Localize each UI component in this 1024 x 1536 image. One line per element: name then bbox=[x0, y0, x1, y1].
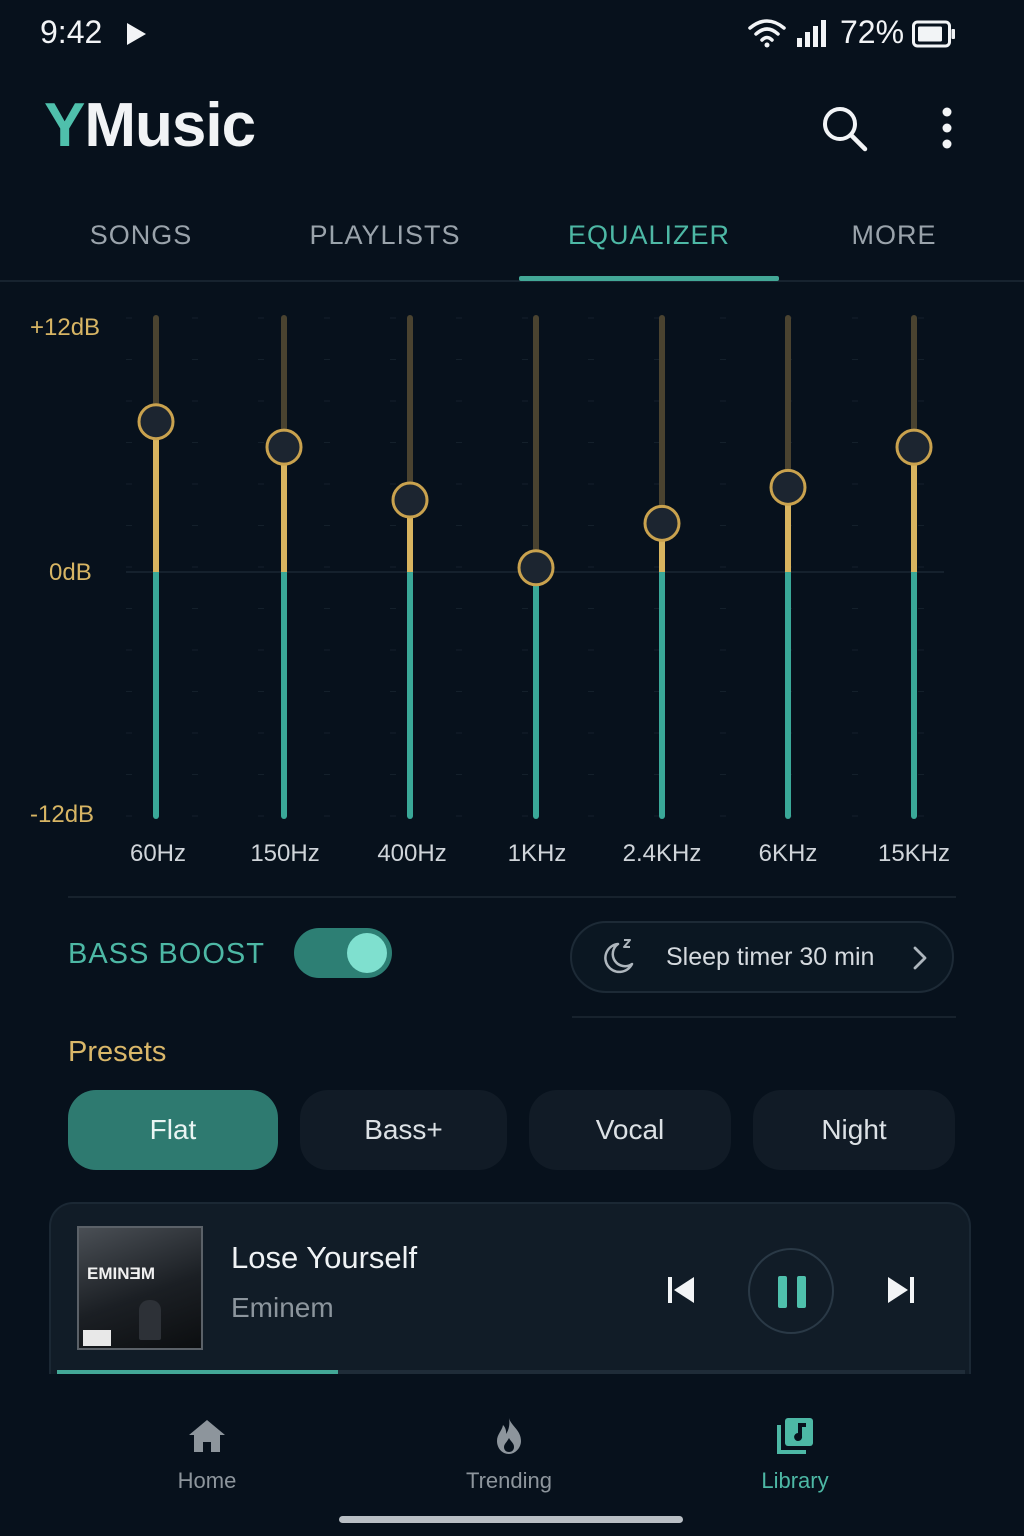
preset-bass-plus[interactable]: Bass+ bbox=[300, 1090, 507, 1170]
band-label-150hz: 150Hz bbox=[250, 840, 320, 867]
slider-knob-15khz[interactable] bbox=[895, 428, 933, 466]
divider bbox=[68, 896, 956, 898]
battery-percent: 72% bbox=[840, 14, 905, 50]
bottom-nav: Home Trending Library bbox=[0, 1376, 1024, 1536]
flame-icon bbox=[497, 1418, 521, 1454]
divider bbox=[572, 1016, 956, 1018]
bass-boost-toggle[interactable] bbox=[294, 928, 392, 978]
preset-night[interactable]: Night bbox=[753, 1090, 955, 1170]
logo-letter: Y bbox=[44, 91, 85, 160]
song-title: Lose Yourself bbox=[231, 1240, 418, 1275]
tab-more[interactable]: MORE bbox=[764, 220, 1024, 251]
db-min-label: -12dB bbox=[30, 801, 95, 828]
skip-next-icon[interactable] bbox=[885, 1274, 917, 1306]
band-label-400hz: 400Hz bbox=[377, 840, 447, 867]
slider-knob-1khz[interactable] bbox=[517, 549, 555, 587]
tab-equalizer[interactable]: EQUALIZER bbox=[519, 220, 779, 251]
tab-playlists[interactable]: PLAYLISTS bbox=[255, 220, 515, 251]
db-max-label: +12dB bbox=[30, 314, 101, 341]
play-icon bbox=[127, 23, 146, 45]
db-zero-label: 0dB bbox=[49, 559, 92, 586]
tab-songs[interactable]: SONGS bbox=[11, 220, 271, 251]
slider-knob-2-4khz[interactable] bbox=[643, 504, 681, 542]
sleep-timer-label: Sleep timer 30 min bbox=[666, 943, 875, 971]
slider-knob-6khz[interactable] bbox=[769, 468, 807, 506]
nav-trending-label: Trending bbox=[465, 1468, 552, 1493]
now-playing-bar[interactable]: EMINƎM Lose Yourself Eminem bbox=[49, 1202, 971, 1374]
pause-icon bbox=[778, 1276, 806, 1308]
album-art-text: EMINƎM bbox=[87, 1264, 155, 1283]
slider-knob-60hz[interactable] bbox=[137, 403, 175, 441]
sleep-timer-button[interactable]: Sleep timer 30 min bbox=[570, 921, 954, 993]
slider-knob-400hz[interactable] bbox=[391, 481, 429, 519]
screen: 9:42 72% YMusic SONGS PLAYLISTS EQUALIZE… bbox=[0, 0, 1024, 1536]
nav-home[interactable]: Home bbox=[107, 1416, 307, 1494]
status-time: 9:42 bbox=[40, 14, 103, 50]
nav-library-label: Library bbox=[761, 1468, 829, 1493]
signal-icon bbox=[797, 20, 826, 47]
playback-progress[interactable] bbox=[57, 1370, 965, 1374]
album-art: EMINƎM bbox=[77, 1226, 203, 1350]
band-label-15khz: 15KHz bbox=[877, 840, 951, 867]
band-label-60hz: 60Hz bbox=[129, 840, 187, 867]
logo-word: Music bbox=[84, 91, 256, 160]
battery-icon bbox=[912, 20, 955, 48]
library-icon bbox=[777, 1418, 813, 1454]
song-artist: Eminem bbox=[231, 1292, 334, 1323]
nav-library[interactable]: Library bbox=[695, 1416, 895, 1494]
equalizer: +12dB 0dB -12dB bbox=[0, 300, 1024, 880]
toggle-knob bbox=[347, 933, 387, 973]
advisory-badge bbox=[83, 1330, 111, 1346]
moon-sleep-icon bbox=[604, 939, 634, 974]
home-indicator bbox=[339, 1516, 683, 1523]
skip-previous-icon[interactable] bbox=[665, 1274, 697, 1306]
preset-flat[interactable]: Flat bbox=[68, 1090, 278, 1170]
tab-bar: SONGS PLAYLISTS EQUALIZER MORE bbox=[0, 200, 1024, 282]
album-figure bbox=[139, 1300, 161, 1340]
progress-fill bbox=[57, 1370, 339, 1374]
equalizer-sliders bbox=[126, 315, 944, 819]
status-bar: 9:42 72% bbox=[0, 0, 1024, 70]
app-logo: YMusic bbox=[44, 90, 256, 161]
more-vert-icon[interactable] bbox=[932, 104, 962, 152]
slider-knob-150hz[interactable] bbox=[265, 428, 303, 466]
pause-button[interactable] bbox=[748, 1248, 834, 1334]
nav-home-label: Home bbox=[177, 1468, 237, 1493]
wifi-icon bbox=[748, 19, 786, 48]
preset-vocal[interactable]: Vocal bbox=[529, 1090, 731, 1170]
band-label-1khz: 1KHz bbox=[507, 840, 567, 867]
band-label-2-4khz: 2.4KHz bbox=[622, 840, 702, 867]
search-icon[interactable] bbox=[820, 104, 868, 152]
bass-boost-label: BASS BOOST bbox=[68, 938, 265, 970]
home-icon bbox=[189, 1420, 225, 1452]
chevron-right-icon bbox=[913, 946, 927, 970]
tab-indicator bbox=[519, 276, 779, 281]
band-label-6khz: 6KHz bbox=[758, 840, 818, 867]
presets-title: Presets bbox=[68, 1036, 167, 1068]
nav-trending[interactable]: Trending bbox=[409, 1416, 609, 1494]
